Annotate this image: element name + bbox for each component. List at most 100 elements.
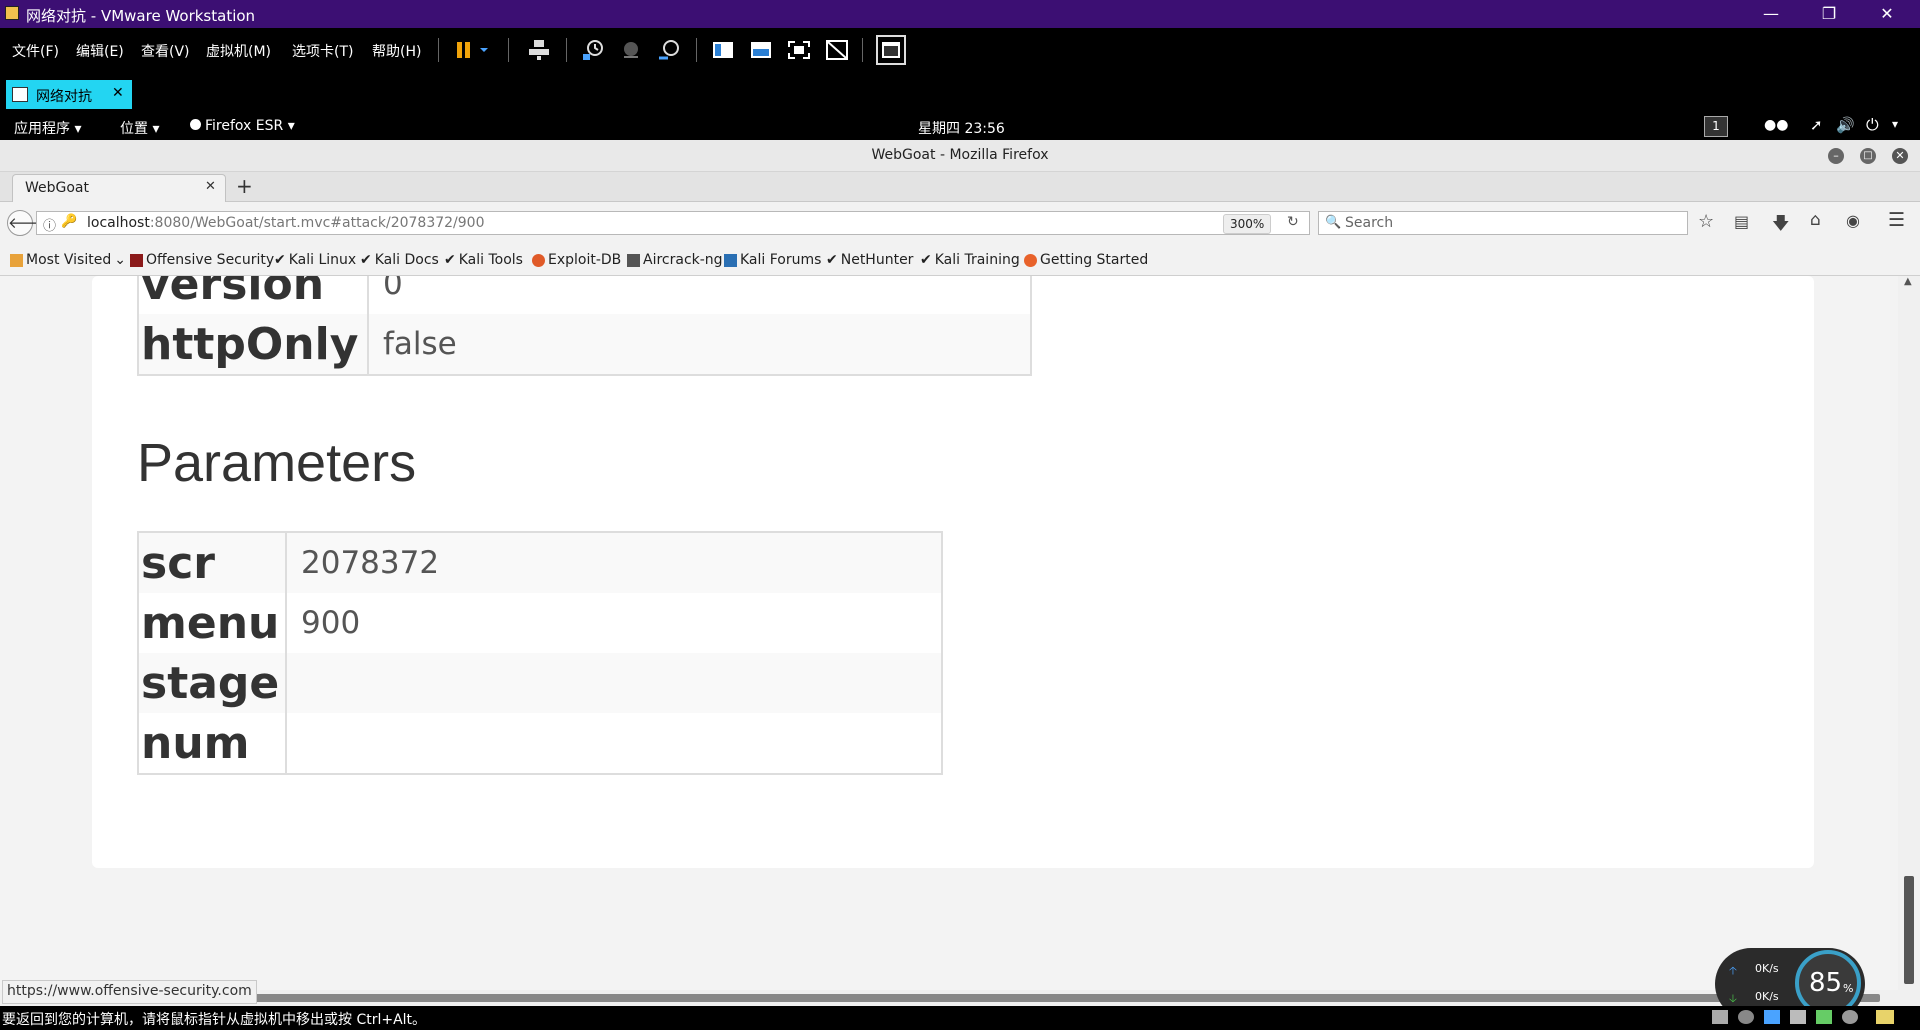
close-button[interactable]: ✕ <box>1858 0 1916 28</box>
unity-icon[interactable] <box>824 37 850 63</box>
key-icon: 🔑 <box>61 214 78 229</box>
vm-tab-strip: 网络对抗 ✕ <box>0 72 1920 112</box>
vertical-scrollbar[interactable]: ▲ <box>1898 276 1920 990</box>
bookmark-kali-linux[interactable]: ✔ Kali Linux <box>274 252 356 268</box>
vm-tab-close-icon[interactable]: ✕ <box>112 85 124 101</box>
table-row: stage <box>138 653 942 713</box>
network-status-icon[interactable] <box>1764 1010 1780 1024</box>
tab-webgoat[interactable]: WebGoat ✕ <box>12 174 226 202</box>
ff-minimize-button[interactable]: – <box>1828 148 1844 164</box>
message-log-icon[interactable] <box>1876 1010 1894 1024</box>
back-button[interactable]: 🡐 <box>7 210 48 236</box>
new-tab-button[interactable]: + <box>236 174 253 198</box>
power-dropdown-icon[interactable]: ▾ <box>1892 117 1898 131</box>
pause-dropdown-icon[interactable] <box>478 37 490 63</box>
bookmark-kali-forums[interactable]: Kali Forums <box>724 252 821 268</box>
firefox-nav-bar: 🡐 ⓘ 🔑 localhost:8080/WebGoat/start.mvc#a… <box>0 202 1920 244</box>
bookmark-exploit-db[interactable]: Exploit-DB <box>532 252 621 268</box>
power-icon[interactable]: ⏻ <box>1866 115 1879 135</box>
menu-tabs[interactable]: 选项卡(T) <box>292 41 353 61</box>
printer-status-icon[interactable] <box>1790 1010 1806 1024</box>
bookmark-most-visited[interactable]: Most Visited ⌄ <box>10 252 126 268</box>
ff-maximize-button[interactable]: □ <box>1860 148 1876 164</box>
menu-help[interactable]: 帮助(H) <box>372 41 421 61</box>
parameters-heading: Parameters <box>137 433 417 493</box>
zoom-indicator[interactable]: 300% <box>1223 214 1272 234</box>
cd-status-icon[interactable] <box>1738 1010 1754 1024</box>
vmware-window-title: 网络对抗 - VMware Workstation <box>26 7 256 25</box>
param-key: scr <box>138 532 287 593</box>
url-text[interactable]: localhost:8080/WebGoat/start.mvc#attack/… <box>87 215 484 231</box>
pause-icon[interactable] <box>451 37 477 63</box>
panel-clock[interactable]: 星期四 23:56 <box>918 118 1005 138</box>
workspace-indicator[interactable]: 1 <box>1704 116 1728 137</box>
snapshot-icon[interactable] <box>580 37 606 63</box>
ff-close-button[interactable]: ✕ <box>1892 148 1908 164</box>
menu-hamburger-icon[interactable]: ☰ <box>1888 209 1905 231</box>
usb-status-icon[interactable] <box>1816 1010 1832 1024</box>
applications-menu[interactable]: 应用程序 ▾ <box>14 118 81 138</box>
vm-tab[interactable]: 网络对抗 ✕ <box>6 80 132 109</box>
bookmark-offensive-security[interactable]: Offensive Security <box>130 252 274 268</box>
network-icon[interactable]: ➚ <box>1810 116 1823 134</box>
vm-tab-label: 网络对抗 <box>36 89 92 105</box>
memory-percent: 85 <box>1809 968 1843 998</box>
kali-dragon-icon: ✔ <box>274 252 286 268</box>
thumbnail-view-icon[interactable] <box>748 37 774 63</box>
vmware-menubar: 文件(F) 编辑(E) 查看(V) 虚拟机(M) 选项卡(T) 帮助(H) <box>0 28 1920 72</box>
hdd-status-icon[interactable] <box>1712 1010 1728 1024</box>
cookie-value: false <box>368 314 1031 375</box>
reload-icon[interactable]: ↻ <box>1287 214 1299 230</box>
volume-icon[interactable]: 🔊 <box>1836 116 1855 134</box>
send-ctrl-alt-del-icon[interactable] <box>526 37 552 63</box>
search-placeholder: Search <box>1345 215 1394 231</box>
horizontal-scroll-thumb[interactable] <box>240 994 1880 1002</box>
menu-edit[interactable]: 编辑(E) <box>76 41 124 61</box>
upload-arrow-icon: 🡡 <box>1729 964 1737 977</box>
menu-file[interactable]: 文件(F) <box>12 41 59 61</box>
places-menu[interactable]: 位置 ▾ <box>120 118 159 138</box>
bookmark-nethunter[interactable]: ✔ NetHunter <box>826 252 913 268</box>
menu-view[interactable]: 查看(V) <box>141 41 190 61</box>
table-row: httpOnly false <box>138 314 1031 375</box>
restore-button[interactable]: ❐ <box>1800 0 1858 28</box>
table-row: scr 2078372 <box>138 532 942 593</box>
bookmark-aircrack-ng[interactable]: Aircrack-ng <box>627 252 723 268</box>
bookmark-kali-tools[interactable]: ✔ Kali Tools <box>444 252 523 268</box>
scroll-up-icon[interactable]: ▲ <box>1904 276 1912 287</box>
param-key: num <box>138 713 287 774</box>
search-icon: 🔍 <box>1325 215 1342 230</box>
snapshot-manager-icon[interactable] <box>656 37 682 63</box>
library-view-icon[interactable] <box>710 37 736 63</box>
param-key: stage <box>138 653 287 713</box>
revert-snapshot-icon[interactable] <box>618 37 644 63</box>
firefox-small-icon <box>190 119 201 130</box>
firefox-esr-menu[interactable]: Firefox ESR ▾ <box>190 118 295 134</box>
horizontal-scrollbar[interactable] <box>0 990 1920 1006</box>
kali-dragon-icon: ✔ <box>360 252 372 268</box>
users-icon[interactable]: ●● <box>1764 117 1788 133</box>
minimize-button[interactable]: — <box>1742 0 1800 28</box>
bookmarks-menu-icon[interactable]: ▤ <box>1734 212 1749 231</box>
vertical-scroll-thumb[interactable] <box>1904 876 1914 984</box>
kali-forums-icon <box>724 253 737 267</box>
param-value: 2078372 <box>286 532 942 593</box>
bookmark-star-icon[interactable]: ☆ <box>1698 211 1714 232</box>
tab-close-icon[interactable]: ✕ <box>205 179 216 194</box>
url-bar[interactable]: ⓘ 🔑 localhost:8080/WebGoat/start.mvc#att… <box>36 211 1310 235</box>
home-icon[interactable]: ⌂ <box>1810 210 1821 230</box>
menu-vm[interactable]: 虚拟机(M) <box>206 41 271 61</box>
places-label: 位置 <box>120 121 148 137</box>
pocket-icon[interactable]: ◉ <box>1846 211 1860 230</box>
bookmark-kali-docs[interactable]: ✔ Kali Docs <box>360 252 439 268</box>
bookmark-aircrack-ng-label: Aircrack-ng <box>643 252 723 268</box>
bookmark-kali-training[interactable]: ✔ Kali Training <box>920 252 1020 268</box>
sound-status-icon[interactable] <box>1842 1010 1858 1024</box>
vmware-title-bar: 网络对抗 - VMware Workstation — ❐ ✕ <box>0 0 1920 28</box>
bookmark-getting-started[interactable]: Getting Started <box>1024 252 1148 268</box>
console-view-icon[interactable] <box>876 35 906 65</box>
downloads-icon[interactable]: 🡇 <box>1772 211 1789 240</box>
fullscreen-icon[interactable] <box>786 37 812 63</box>
search-bar[interactable]: 🔍 Search <box>1318 211 1688 235</box>
site-info-icon[interactable]: ⓘ <box>43 215 56 234</box>
